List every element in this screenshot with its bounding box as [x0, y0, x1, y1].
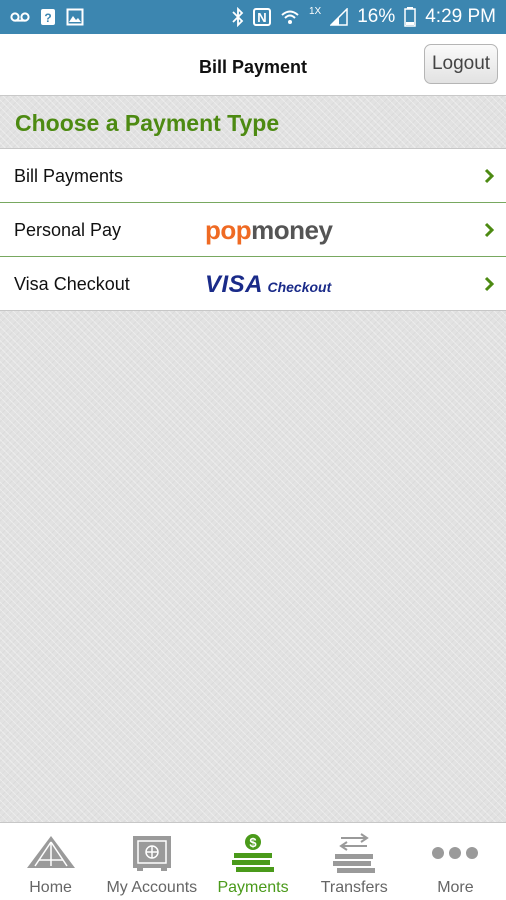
voicemail-icon — [10, 10, 30, 24]
image-icon — [66, 8, 84, 26]
home-icon — [25, 833, 77, 873]
tab-payments[interactable]: $ Payments — [202, 823, 303, 900]
list-item-label: Personal Pay — [14, 220, 122, 240]
transfers-icon — [331, 833, 377, 873]
tab-more[interactable]: More — [405, 823, 506, 900]
svg-text:?: ? — [44, 11, 51, 25]
list-item-personal-pay[interactable]: Personal Pay popmoney — [0, 203, 506, 257]
tab-my-accounts[interactable]: My Accounts — [101, 823, 202, 900]
clock-time: 4:29 PM — [425, 6, 496, 27]
svg-text:$: $ — [249, 835, 257, 850]
battery-icon — [404, 7, 416, 27]
logout-button[interactable]: Logout — [424, 44, 498, 84]
tab-label: My Accounts — [106, 879, 198, 896]
list-item-bill-payments[interactable]: Bill Payments — [0, 149, 506, 203]
tab-label: Transfers — [320, 879, 388, 896]
bluetooth-icon — [232, 7, 244, 27]
notification-icons: ? — [10, 8, 84, 26]
popmoney-logo: popmoney — [205, 215, 333, 245]
section-title: Choose a Payment Type — [15, 110, 280, 136]
system-status: N 1X 16% 4:29 PM — [232, 6, 496, 28]
list-item-label: Visa Checkout — [14, 274, 130, 294]
signal-icon — [330, 8, 348, 26]
more-icon — [431, 833, 479, 873]
svg-text:N: N — [257, 10, 266, 25]
bottom-tab-bar: Home My Accounts $ Payments Transfers Mo… — [0, 822, 506, 900]
payment-type-list: Bill Payments Personal Pay popmoney Visa… — [0, 148, 506, 311]
battery-percent: 16% — [357, 6, 396, 27]
wifi-icon — [280, 8, 300, 26]
help-icon: ? — [40, 8, 56, 26]
main-content: Choose a Payment Type Bill Payments Pers… — [0, 96, 506, 822]
app-header: Bill Payment Logout — [0, 34, 506, 96]
accounts-icon — [131, 833, 173, 873]
tab-home[interactable]: Home — [0, 823, 101, 900]
list-item-label: Bill Payments — [14, 166, 124, 186]
visa-checkout-logo: VISA Checkout — [205, 271, 332, 298]
tab-label: Payments — [217, 879, 289, 896]
chevron-right-icon — [484, 222, 495, 243]
tab-transfers[interactable]: Transfers — [304, 823, 405, 900]
tab-label: Home — [29, 879, 72, 896]
network-type: 1X — [308, 5, 322, 17]
list-item-visa-checkout[interactable]: Visa Checkout VISA Checkout — [0, 257, 506, 311]
chevron-right-icon — [484, 168, 495, 189]
tab-label: More — [437, 879, 474, 896]
payments-icon: $ — [230, 833, 276, 873]
status-bar: ? N 1X 16% 4:29 PM — [0, 0, 506, 34]
chevron-right-icon — [484, 276, 495, 297]
nfc-icon: N — [252, 8, 271, 26]
